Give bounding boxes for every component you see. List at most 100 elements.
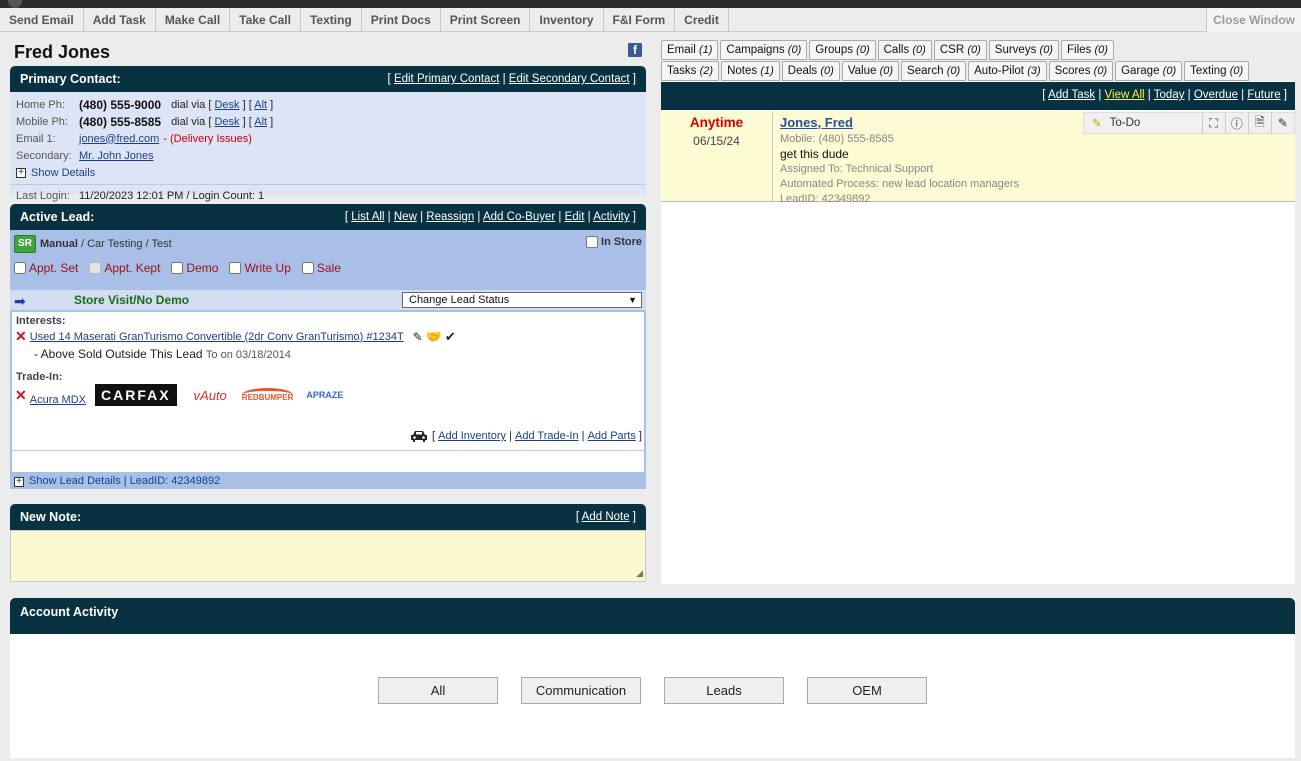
- home-phone-label: Home Ph:: [16, 98, 65, 111]
- primary-contact-body: Home Ph: (480) 555-9000 dial via [ Desk …: [10, 92, 646, 202]
- future-link[interactable]: Future: [1247, 89, 1280, 101]
- overdue-link[interactable]: Overdue: [1194, 89, 1238, 101]
- divider: [10, 184, 646, 185]
- checkbox-icon: [586, 236, 599, 248]
- dial-via-label: dial via: [171, 98, 206, 111]
- active-lead-header: Active Lead: [ List All | New | Reassign…: [10, 204, 646, 230]
- new-lead-link[interactable]: New: [394, 211, 417, 223]
- lead-status-text: Store Visit/No Demo: [74, 293, 190, 307]
- new-note-textarea[interactable]: ◢: [10, 530, 646, 582]
- sr-badge-icon: SR: [14, 235, 36, 253]
- add-tradein-link[interactable]: Add Trade-In: [515, 430, 579, 442]
- remove-tradein-icon[interactable]: ✕: [15, 387, 27, 404]
- vauto-logo[interactable]: vAuto: [194, 388, 227, 403]
- account-activity-title: Account Activity: [10, 598, 1295, 634]
- tab-texting[interactable]: Texting (0): [1184, 61, 1250, 81]
- primary-contact-title: Primary Contact:: [20, 72, 121, 86]
- filter-communication-button[interactable]: Communication: [521, 677, 641, 704]
- add-task-link[interactable]: Add Task: [1048, 89, 1095, 101]
- tradein-link[interactable]: Acura MDX: [30, 394, 86, 406]
- redbumper-logo[interactable]: REDBUMPER: [241, 388, 294, 402]
- tab-auto-pilot[interactable]: Auto-Pilot (3): [968, 61, 1047, 81]
- tab-groups[interactable]: Groups (0): [809, 40, 876, 60]
- inventory-button[interactable]: Inventory: [530, 8, 604, 32]
- task-customer-link[interactable]: Jones, Fred: [780, 115, 853, 130]
- home-alt-link[interactable]: Alt: [254, 99, 267, 111]
- add-note-link[interactable]: Add Note: [582, 511, 630, 523]
- edit-note-icon[interactable]: ✎: [413, 330, 423, 344]
- apraze-logo[interactable]: APRAZE: [306, 390, 343, 400]
- task-toolbar: ✎ To-Do ⛶ ⓘ 🗎 ✎: [1083, 112, 1295, 134]
- filter-all-button[interactable]: All: [378, 677, 498, 704]
- credit-button[interactable]: Credit: [675, 8, 729, 32]
- edit-icon[interactable]: ✎: [1270, 112, 1294, 134]
- tab-notes[interactable]: Notes (1): [721, 61, 780, 81]
- tab-email[interactable]: Email (1): [661, 40, 719, 60]
- tab-value[interactable]: Value (0): [841, 61, 900, 81]
- take-call-button[interactable]: Take Call: [230, 8, 301, 32]
- expand-icon[interactable]: ⛶: [1201, 112, 1225, 134]
- document-icon[interactable]: 🗎: [1247, 112, 1271, 134]
- list-all-link[interactable]: List All: [351, 211, 384, 223]
- tab-deals[interactable]: Deals (0): [781, 61, 840, 81]
- activity-link[interactable]: Activity: [593, 211, 629, 223]
- sale-checkbox[interactable]: Sale: [301, 261, 341, 275]
- add-task-button[interactable]: Add Task: [84, 8, 156, 32]
- make-call-button[interactable]: Make Call: [156, 8, 231, 32]
- close-window-button[interactable]: Close Window: [1206, 8, 1301, 32]
- edit-secondary-contact-link[interactable]: Edit Secondary Contact: [509, 73, 630, 85]
- home-desk-link[interactable]: Desk: [214, 99, 239, 111]
- tab-scores[interactable]: Scores (0): [1048, 61, 1114, 81]
- demo-checkbox[interactable]: Demo: [171, 261, 218, 275]
- remove-interest-icon[interactable]: ✕: [15, 328, 27, 345]
- checkmark-icon[interactable]: ✔: [445, 329, 456, 345]
- task-assigned: Assigned To: Technical Support: [780, 163, 934, 175]
- tab-files[interactable]: Files (0): [1060, 40, 1114, 60]
- task-type: To-Do: [1109, 117, 1141, 129]
- edit-primary-contact-link[interactable]: Edit Primary Contact: [394, 73, 499, 85]
- carfax-logo[interactable]: CARFAX: [93, 383, 178, 407]
- show-details-toggle[interactable]: + Show Details: [16, 164, 640, 181]
- in-store-checkbox[interactable]: In Store: [586, 236, 642, 248]
- add-parts-link[interactable]: Add Parts: [588, 430, 636, 442]
- lead-progress-checks: Appt. Set Appt. Kept Demo Write Up Sale: [14, 261, 341, 275]
- edit-lead-link[interactable]: Edit: [565, 211, 585, 223]
- tab-calls[interactable]: Calls (0): [877, 40, 932, 60]
- lead-summary: SR Manual / Car Testing / Test In Store …: [10, 230, 646, 290]
- tab-tasks[interactable]: Tasks (2): [661, 61, 720, 81]
- handshake-icon[interactable]: 🤝: [426, 329, 442, 345]
- print-docs-button[interactable]: Print Docs: [362, 8, 441, 32]
- facebook-icon[interactable]: f: [628, 43, 642, 57]
- mobile-desk-link[interactable]: Desk: [214, 116, 239, 128]
- reassign-link[interactable]: Reassign: [426, 211, 474, 223]
- change-lead-status-select[interactable]: Change Lead Status ▼: [402, 292, 642, 308]
- appt-set-checkbox[interactable]: Appt. Set: [14, 261, 78, 275]
- add-co-buyer-link[interactable]: Add Co-Buyer: [483, 211, 555, 223]
- filter-oem-button[interactable]: OEM: [807, 677, 927, 704]
- resize-handle-icon[interactable]: ◢: [636, 568, 643, 579]
- write-up-checkbox[interactable]: Write Up: [229, 261, 291, 275]
- tab-search[interactable]: Search (0): [901, 61, 967, 81]
- show-lead-details-toggle[interactable]: + Show Lead Details | LeadID: 42349892: [10, 474, 646, 489]
- secondary-contact-link[interactable]: Mr. John Jones: [79, 150, 154, 162]
- tab-csr[interactable]: CSR (0): [933, 40, 987, 60]
- info-icon[interactable]: ⓘ: [1224, 112, 1248, 134]
- print-screen-button[interactable]: Print Screen: [441, 8, 531, 32]
- send-email-button[interactable]: Send Email: [0, 8, 84, 32]
- tab-surveys[interactable]: Surveys (0): [988, 40, 1059, 60]
- tab-garage[interactable]: Garage (0): [1115, 61, 1183, 81]
- mobile-alt-link[interactable]: Alt: [254, 116, 267, 128]
- customer-column: Fred Jones f Primary Contact: [ Edit Pri…: [10, 40, 646, 582]
- vehicle-interest-link[interactable]: Used 14 Maserati GranTurismo Convertible…: [30, 331, 404, 343]
- tab-campaigns[interactable]: Campaigns (0): [720, 40, 808, 60]
- view-all-link[interactable]: View All: [1105, 89, 1145, 101]
- texting-button[interactable]: Texting: [301, 8, 362, 32]
- fi-form-button[interactable]: F&I Form: [604, 8, 676, 32]
- show-lead-details-label: Show Lead Details | LeadID: 42349892: [29, 475, 221, 487]
- today-link[interactable]: Today: [1154, 89, 1185, 101]
- add-inventory-link[interactable]: Add Inventory: [438, 430, 506, 442]
- delivery-issues-text: - (Delivery Issues): [163, 132, 252, 145]
- email-link[interactable]: jones@fred.com: [79, 133, 159, 145]
- filter-leads-button[interactable]: Leads: [664, 677, 784, 704]
- appt-kept-checkbox[interactable]: Appt. Kept: [89, 261, 160, 275]
